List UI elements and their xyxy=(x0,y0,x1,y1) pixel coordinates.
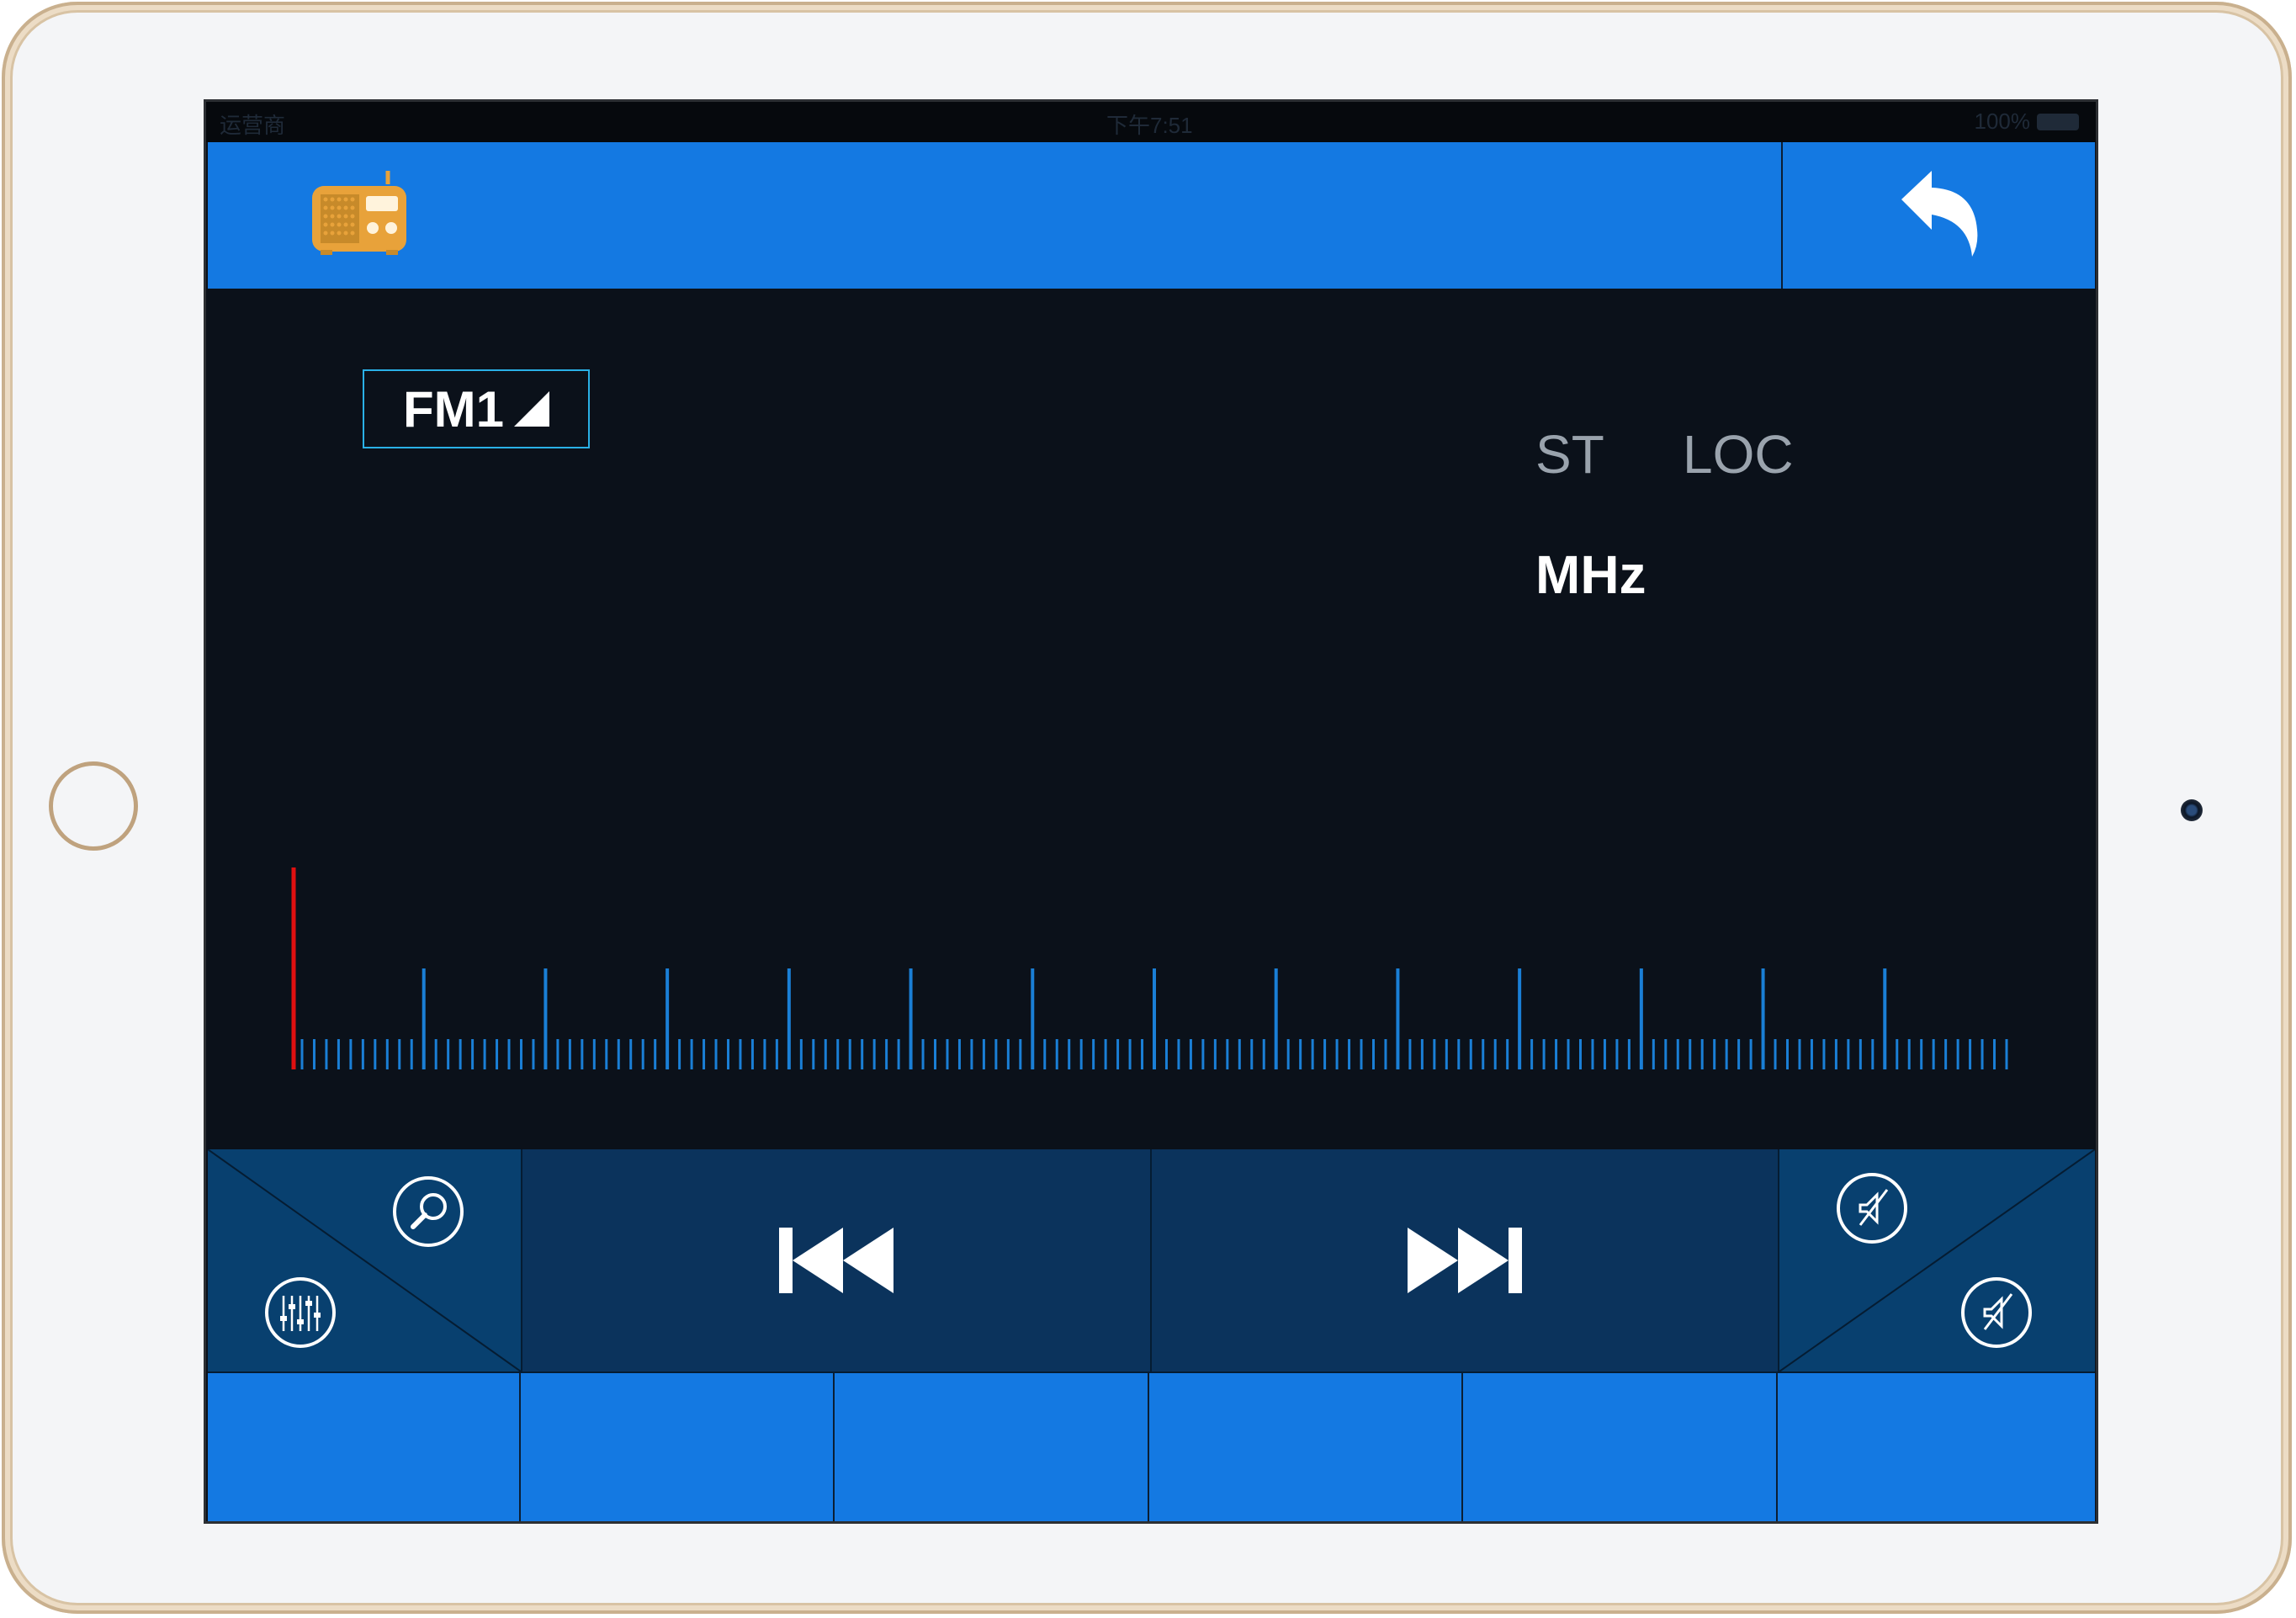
preset-button[interactable] xyxy=(1778,1373,2095,1521)
mute-cell xyxy=(1778,1149,2095,1371)
search-eq-cell xyxy=(208,1149,521,1371)
ipad-frame: 运营商 下午7:51 100% FM1 ST LOC MHz xyxy=(2,2,2292,1614)
tuner-dial[interactable] xyxy=(206,867,2096,1078)
carrier-label: 运营商 xyxy=(220,113,286,138)
preset-button[interactable] xyxy=(208,1373,521,1521)
cell-diagonal xyxy=(1779,1149,2095,1371)
home-button[interactable] xyxy=(49,761,138,851)
front-camera xyxy=(2181,799,2203,821)
frequency-unit: MHz xyxy=(1535,544,1646,605)
speaker-mute-icon[interactable] xyxy=(1959,1276,2034,1350)
preset-button[interactable] xyxy=(521,1373,835,1521)
previous-station-button[interactable] xyxy=(521,1149,1150,1371)
back-arrow-icon[interactable] xyxy=(1893,164,1986,261)
preset-bar xyxy=(208,1371,2095,1521)
preset-button[interactable] xyxy=(835,1373,1149,1521)
app-header xyxy=(208,142,2095,289)
local-indicator: LOC xyxy=(1683,424,1794,485)
skip-previous-icon xyxy=(779,1228,893,1293)
battery-icon xyxy=(2037,113,2079,130)
app-screen: 运营商 下午7:51 100% FM1 ST LOC MHz xyxy=(204,99,2098,1524)
battery-percent: 100% xyxy=(1974,109,2031,134)
preset-button[interactable] xyxy=(1463,1373,1778,1521)
control-bar xyxy=(208,1149,2095,1371)
triangle-corner-icon xyxy=(514,391,549,427)
stereo-indicator: ST xyxy=(1535,424,1604,485)
speaker-mute-icon[interactable] xyxy=(1835,1171,1909,1245)
band-selector-button[interactable]: FM1 xyxy=(363,369,590,448)
preset-button[interactable] xyxy=(1149,1373,1463,1521)
radio-icon xyxy=(312,171,406,255)
next-station-button[interactable] xyxy=(1150,1149,1778,1371)
status-bar: 运营商 下午7:51 100% xyxy=(206,102,2096,142)
status-time: 下午7:51 xyxy=(1106,113,1193,138)
band-label: FM1 xyxy=(403,380,504,438)
search-icon[interactable] xyxy=(391,1175,465,1249)
skip-next-icon xyxy=(1408,1228,1522,1293)
equalizer-icon[interactable] xyxy=(263,1276,337,1350)
battery-indicator: 100% xyxy=(1974,109,2079,135)
header-divider xyxy=(1781,142,1783,289)
cell-diagonal xyxy=(208,1149,521,1371)
